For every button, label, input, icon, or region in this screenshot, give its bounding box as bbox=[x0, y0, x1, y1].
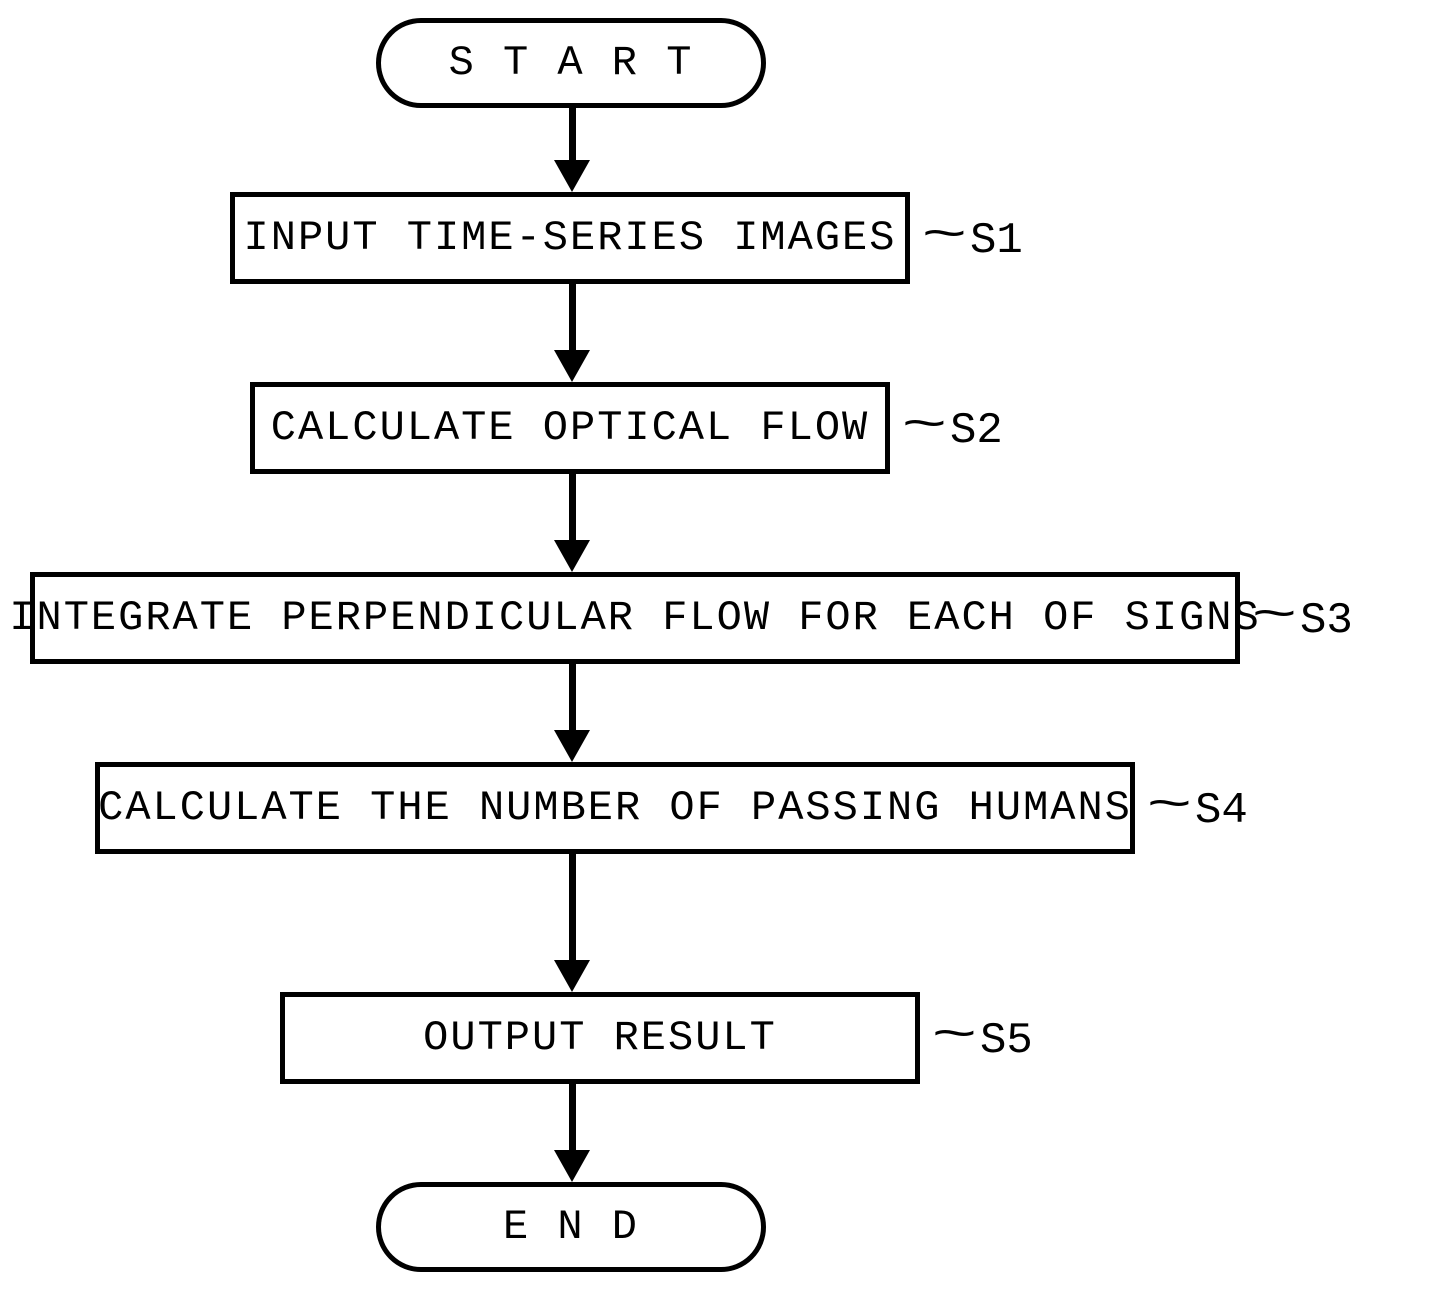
tilde-s5: ~ bbox=[931, 1010, 977, 1064]
arrow-start-s1 bbox=[569, 108, 576, 163]
tilde-s1: ~ bbox=[921, 210, 967, 264]
step-s2-text: CALCULATE OPTICAL FLOW bbox=[271, 404, 870, 452]
arrow-s5-end-head bbox=[554, 1150, 590, 1182]
arrow-s2-s3 bbox=[569, 474, 576, 544]
tilde-s2: ~ bbox=[901, 400, 947, 454]
arrow-s4-s5-head bbox=[554, 960, 590, 992]
step-s2-box: CALCULATE OPTICAL FLOW bbox=[250, 382, 890, 474]
end-terminator: E N D bbox=[376, 1182, 766, 1272]
arrow-s4-s5 bbox=[569, 854, 576, 964]
label-s3: S3 bbox=[1300, 596, 1353, 646]
label-s5: S5 bbox=[980, 1016, 1033, 1066]
arrow-s1-s2 bbox=[569, 284, 576, 354]
arrow-s2-s3-head bbox=[554, 540, 590, 572]
start-terminator: S T A R T bbox=[376, 18, 766, 108]
arrow-s5-end bbox=[569, 1084, 576, 1154]
step-s5-box: OUTPUT RESULT bbox=[280, 992, 920, 1084]
label-s4: S4 bbox=[1195, 786, 1248, 836]
arrow-s3-s4-head bbox=[554, 730, 590, 762]
step-s3-box: INTEGRATE PERPENDICULAR FLOW FOR EACH OF… bbox=[30, 572, 1240, 664]
step-s5-text: OUTPUT RESULT bbox=[423, 1014, 777, 1062]
tilde-s3: ~ bbox=[1251, 590, 1297, 644]
step-s4-box: CALCULATE THE NUMBER OF PASSING HUMANS bbox=[95, 762, 1135, 854]
label-s2: S2 bbox=[950, 406, 1003, 456]
label-s1: S1 bbox=[970, 216, 1023, 266]
step-s1-text: INPUT TIME-SERIES IMAGES bbox=[244, 214, 897, 262]
step-s4-text: CALCULATE THE NUMBER OF PASSING HUMANS bbox=[98, 784, 1132, 832]
start-text: S T A R T bbox=[449, 39, 694, 87]
tilde-s4: ~ bbox=[1146, 780, 1192, 834]
arrow-s1-s2-head bbox=[554, 350, 590, 382]
end-text: E N D bbox=[503, 1203, 639, 1251]
arrow-s3-s4 bbox=[569, 664, 576, 734]
arrow-start-s1-head bbox=[554, 160, 590, 192]
step-s1-box: INPUT TIME-SERIES IMAGES bbox=[230, 192, 910, 284]
step-s3-text: INTEGRATE PERPENDICULAR FLOW FOR EACH OF… bbox=[9, 594, 1260, 642]
